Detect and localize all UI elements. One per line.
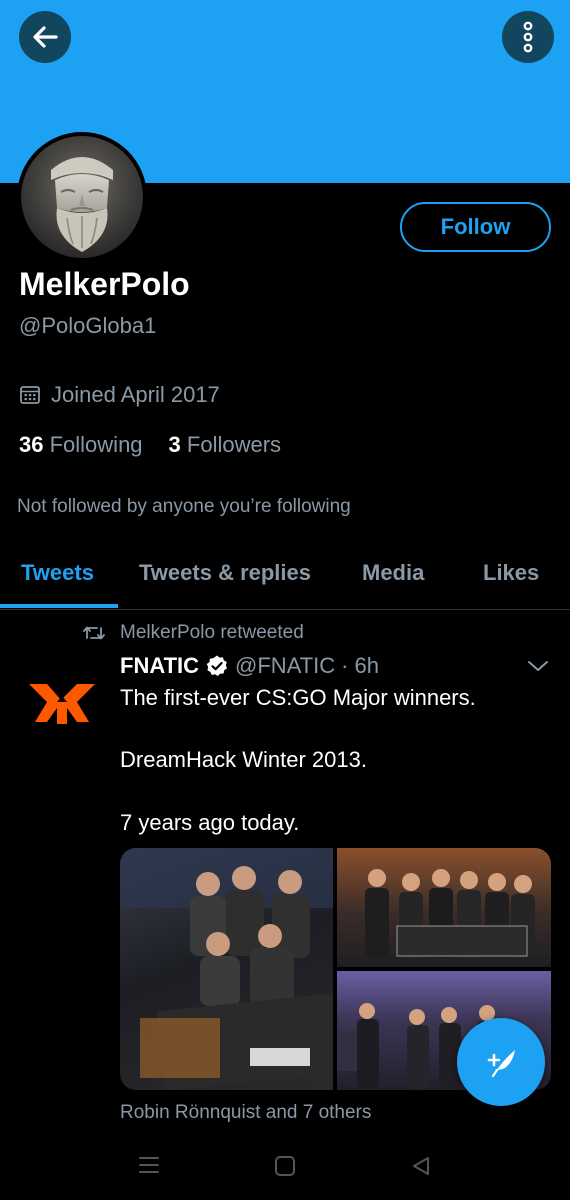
recents-button[interactable] — [138, 1155, 160, 1180]
followers-count-link[interactable]: 3 Followers — [169, 432, 282, 458]
active-tab-indicator — [0, 604, 118, 608]
follow-counts: 36 Following 3 Followers — [19, 432, 281, 458]
home-button[interactable] — [274, 1155, 296, 1182]
retweet-text: MelkerPolo retweeted — [120, 622, 304, 643]
chevron-down-icon — [528, 661, 548, 671]
more-vertical-icon — [523, 21, 533, 53]
joined-date: Joined April 2017 — [19, 382, 220, 408]
compose-tweet-button[interactable] — [457, 1018, 545, 1106]
system-navigation-bar — [0, 1135, 570, 1200]
user-handle: @PoloGloba1 — [19, 313, 157, 338]
avatar[interactable] — [17, 132, 147, 262]
tweet-options-button[interactable] — [527, 659, 549, 678]
verified-badge-icon — [206, 655, 228, 676]
back-icon — [413, 1157, 429, 1175]
fnatic-logo-icon — [29, 684, 95, 724]
tab-media[interactable]: Media — [362, 560, 424, 586]
tweet-author-handle[interactable]: @FNATIC — [235, 653, 335, 679]
tweet-header: FNATIC @FNATIC · 6h — [120, 653, 379, 679]
recents-icon — [139, 1157, 159, 1173]
mutual-followers-note: Not followed by anyone you’re following — [17, 496, 351, 517]
tweet-separator: · — [341, 653, 349, 678]
back-button[interactable] — [19, 11, 71, 63]
retweet-context: MelkerPolo retweeted — [82, 622, 304, 644]
tweet-timestamp: 6h — [354, 653, 379, 678]
tweet-photo[interactable] — [120, 848, 333, 1090]
follow-button[interactable]: Follow — [400, 202, 551, 252]
tweet-text-line: The first-ever CS:GO Major winners. — [120, 685, 476, 710]
retweet-icon — [83, 626, 105, 640]
home-icon — [275, 1156, 295, 1176]
tab-likes[interactable]: Likes — [483, 560, 539, 586]
celebration-photo-image — [365, 869, 535, 958]
calendar-icon — [20, 386, 40, 404]
followers-label: Followers — [186, 432, 282, 457]
tweet-author-name[interactable]: FNATIC — [120, 653, 199, 679]
display-name: MelkerPolo — [19, 266, 190, 302]
avatar-image — [21, 136, 143, 258]
fnatic-avatar[interactable] — [27, 680, 97, 726]
tweet-text-line: DreamHack Winter 2013. — [120, 747, 367, 772]
tab-tweets-and-replies[interactable]: Tweets & replies — [139, 560, 311, 586]
profile-tabs: Tweets Tweets & replies Media Likes — [0, 546, 570, 610]
team-photo-image — [120, 848, 333, 1090]
more-options-button[interactable] — [502, 11, 554, 63]
liked-by-summary[interactable]: Robin Rönnquist and 7 others — [120, 1102, 371, 1124]
back-arrow-icon — [33, 26, 58, 48]
following-count: 36 — [19, 432, 44, 457]
tab-tweets[interactable]: Tweets — [21, 560, 94, 586]
tweet-photo[interactable] — [337, 848, 551, 967]
compose-tweet-icon — [487, 1050, 515, 1078]
back-nav-button[interactable] — [410, 1155, 432, 1182]
followers-count: 3 — [168, 432, 181, 457]
joined-text: Joined April 2017 — [51, 382, 220, 407]
tweet-text-line: 7 years ago today. — [120, 810, 300, 835]
following-label: Following — [49, 432, 143, 457]
following-count-link[interactable]: 36 Following — [19, 432, 143, 458]
